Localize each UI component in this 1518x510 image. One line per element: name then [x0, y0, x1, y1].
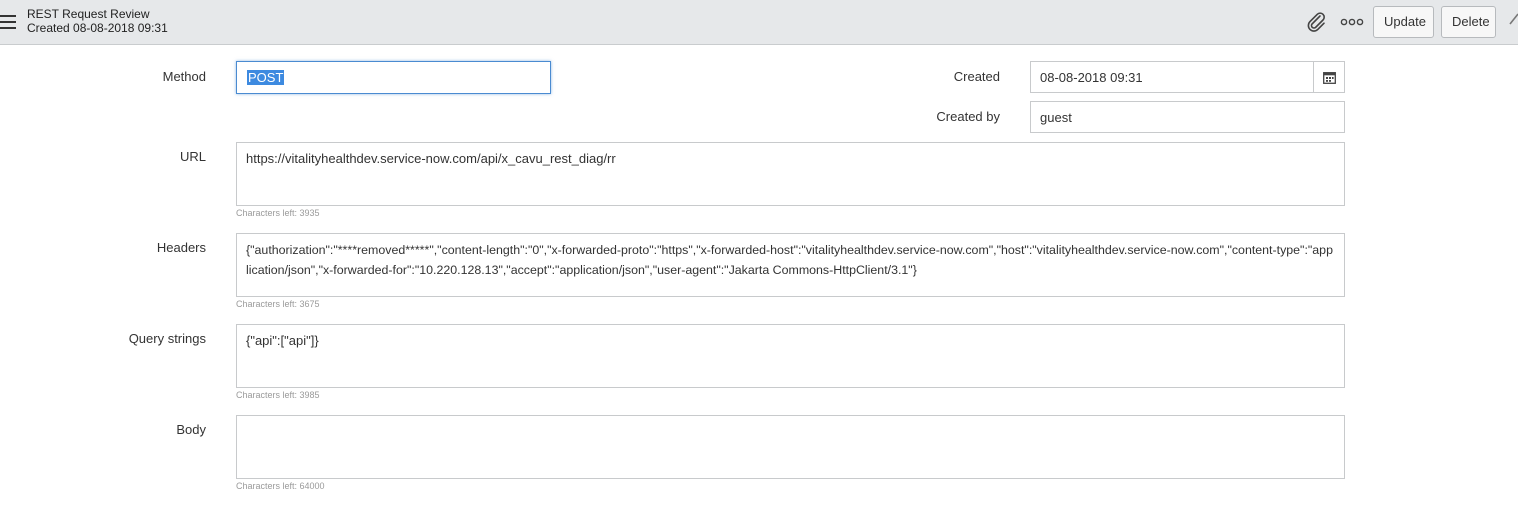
created-field[interactable]: 08-08-2018 09:31: [1030, 61, 1314, 93]
more-options-icon[interactable]: [1340, 15, 1364, 29]
calendar-icon: [1323, 72, 1336, 84]
url-value: https://vitalityhealthdev.service-now.co…: [246, 151, 616, 166]
header-title-block: REST Request Review Created 08-08-2018 0…: [27, 7, 168, 35]
url-textarea[interactable]: https://vitalityhealthdev.service-now.co…: [236, 142, 1345, 206]
headers-textarea[interactable]: {"authorization":"****removed*****","con…: [236, 233, 1345, 297]
page-title: REST Request Review: [27, 7, 150, 21]
body-textarea[interactable]: [236, 415, 1345, 479]
headers-label: Headers: [156, 240, 206, 255]
method-value: POST: [247, 70, 285, 85]
delete-button[interactable]: Delete: [1441, 6, 1496, 38]
query-strings-char-count: Characters left: 3985: [236, 390, 320, 400]
created-by-label: Created by: [936, 109, 1000, 124]
body-char-count: Characters left: 64000: [236, 481, 325, 491]
query-strings-label: Query strings: [128, 331, 206, 346]
method-field[interactable]: POST: [236, 61, 551, 94]
created-by-field[interactable]: guest: [1030, 101, 1345, 133]
headers-value: {"authorization":"****removed*****","con…: [246, 243, 1333, 277]
query-strings-textarea[interactable]: {"api":["api"]}: [236, 324, 1345, 388]
created-value: 08-08-2018 09:31: [1040, 70, 1143, 85]
url-label: URL: [179, 149, 206, 164]
paperclip-icon[interactable]: [1305, 11, 1327, 33]
url-char-count: Characters left: 3935: [236, 208, 320, 218]
update-button[interactable]: Update: [1373, 6, 1434, 38]
form-header: REST Request Review Created 08-08-2018 0…: [0, 0, 1518, 45]
body-label: Body: [176, 422, 206, 437]
query-strings-value: {"api":["api"]}: [246, 333, 319, 348]
page-subtitle: Created 08-08-2018 09:31: [27, 21, 168, 35]
headers-char-count: Characters left: 3675: [236, 299, 320, 309]
created-label: Created: [953, 69, 1000, 84]
created-by-value: guest: [1040, 110, 1072, 125]
calendar-button[interactable]: [1313, 61, 1345, 93]
method-label: Method: [162, 69, 206, 84]
hamburger-menu-icon[interactable]: [0, 15, 16, 29]
edit-icon[interactable]: [1508, 12, 1518, 26]
